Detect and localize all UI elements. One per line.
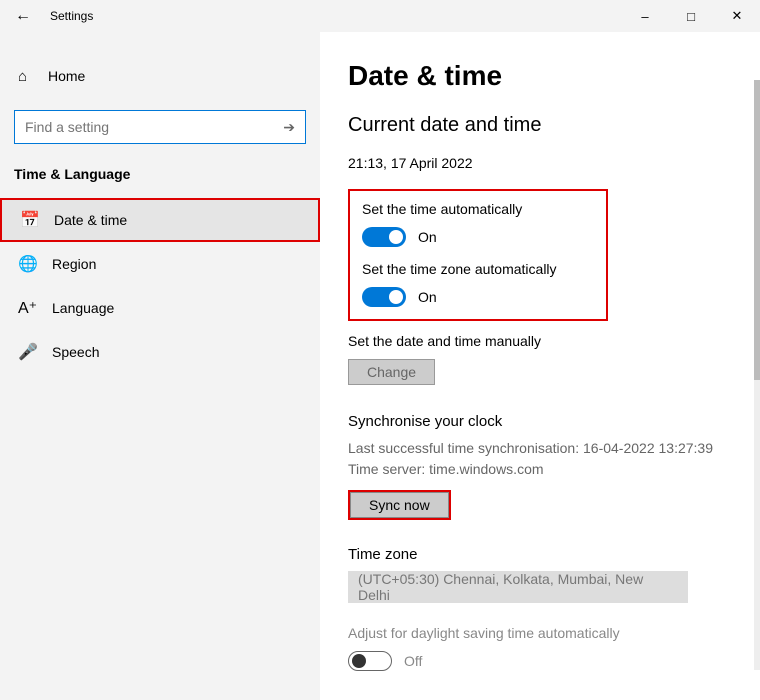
page-title: Date & time xyxy=(348,60,736,92)
microphone-icon: 🎤 xyxy=(18,342,40,362)
sidebar-item-label: Speech xyxy=(52,344,99,360)
sidebar-home-label: Home xyxy=(48,68,85,84)
back-button[interactable]: ← xyxy=(0,7,46,25)
timezone-select[interactable]: (UTC+05:30) Chennai, Kolkata, Mumbai, Ne… xyxy=(348,571,688,603)
dst-state: Off xyxy=(404,653,422,669)
maximize-button[interactable]: □ xyxy=(668,0,714,32)
sidebar-item-label: Language xyxy=(52,300,114,316)
sidebar-item-label: Date & time xyxy=(54,212,127,228)
calendar-icon: 📅 xyxy=(20,210,42,230)
auto-tz-toggle[interactable] xyxy=(362,287,406,307)
main-panel: Date & time Current date and time 21:13,… xyxy=(320,32,760,700)
dst-toggle xyxy=(348,651,392,671)
language-icon: A⁺ xyxy=(18,298,40,318)
globe-icon: 🌐 xyxy=(18,254,40,274)
sidebar-item-label: Region xyxy=(52,256,96,272)
timezone-heading: Time zone xyxy=(348,546,736,563)
search-input[interactable]: ➔ xyxy=(14,110,306,144)
sidebar-item-region[interactable]: 🌐 Region xyxy=(0,242,320,286)
window-title: Settings xyxy=(50,9,93,23)
sync-now-highlight: Sync now xyxy=(348,490,451,520)
scrollbar[interactable] xyxy=(754,80,760,670)
sync-last-info: Last successful time synchronisation: 16… xyxy=(348,438,736,459)
auto-time-toggle[interactable] xyxy=(362,227,406,247)
change-button[interactable]: Change xyxy=(348,359,435,385)
auto-time-label: Set the time automatically xyxy=(362,201,594,217)
sync-heading: Synchronise your clock xyxy=(348,413,736,430)
close-button[interactable]: ✕ xyxy=(714,0,760,32)
minimize-button[interactable]: – xyxy=(622,0,668,32)
sidebar-item-speech[interactable]: 🎤 Speech xyxy=(0,330,320,374)
current-datetime-value: 21:13, 17 April 2022 xyxy=(348,155,736,171)
search-icon: ➔ xyxy=(283,119,295,136)
sync-now-button[interactable]: Sync now xyxy=(350,492,449,518)
sidebar-section-title: Time & Language xyxy=(0,166,320,182)
scrollbar-thumb[interactable] xyxy=(754,80,760,380)
auto-tz-label: Set the time zone automatically xyxy=(362,261,594,277)
auto-tz-state: On xyxy=(418,289,437,305)
home-icon: ⌂ xyxy=(18,68,40,85)
auto-settings-highlight: Set the time automatically On Set the ti… xyxy=(348,189,608,321)
auto-time-state: On xyxy=(418,229,437,245)
dst-label: Adjust for daylight saving time automati… xyxy=(348,625,736,641)
section-current-datetime: Current date and time xyxy=(348,114,736,137)
search-field[interactable] xyxy=(25,119,283,135)
sidebar-home[interactable]: ⌂ Home xyxy=(0,58,320,94)
sidebar-item-date-time[interactable]: 📅 Date & time xyxy=(0,198,320,242)
manual-datetime-label: Set the date and time manually xyxy=(348,333,736,349)
title-bar: ← Settings – □ ✕ xyxy=(0,0,760,32)
sync-server-info: Time server: time.windows.com xyxy=(348,459,736,480)
sidebar: ⌂ Home ➔ Time & Language 📅 Date & time 🌐… xyxy=(0,32,320,700)
sidebar-item-language[interactable]: A⁺ Language xyxy=(0,286,320,330)
timezone-value: (UTC+05:30) Chennai, Kolkata, Mumbai, Ne… xyxy=(358,571,678,603)
